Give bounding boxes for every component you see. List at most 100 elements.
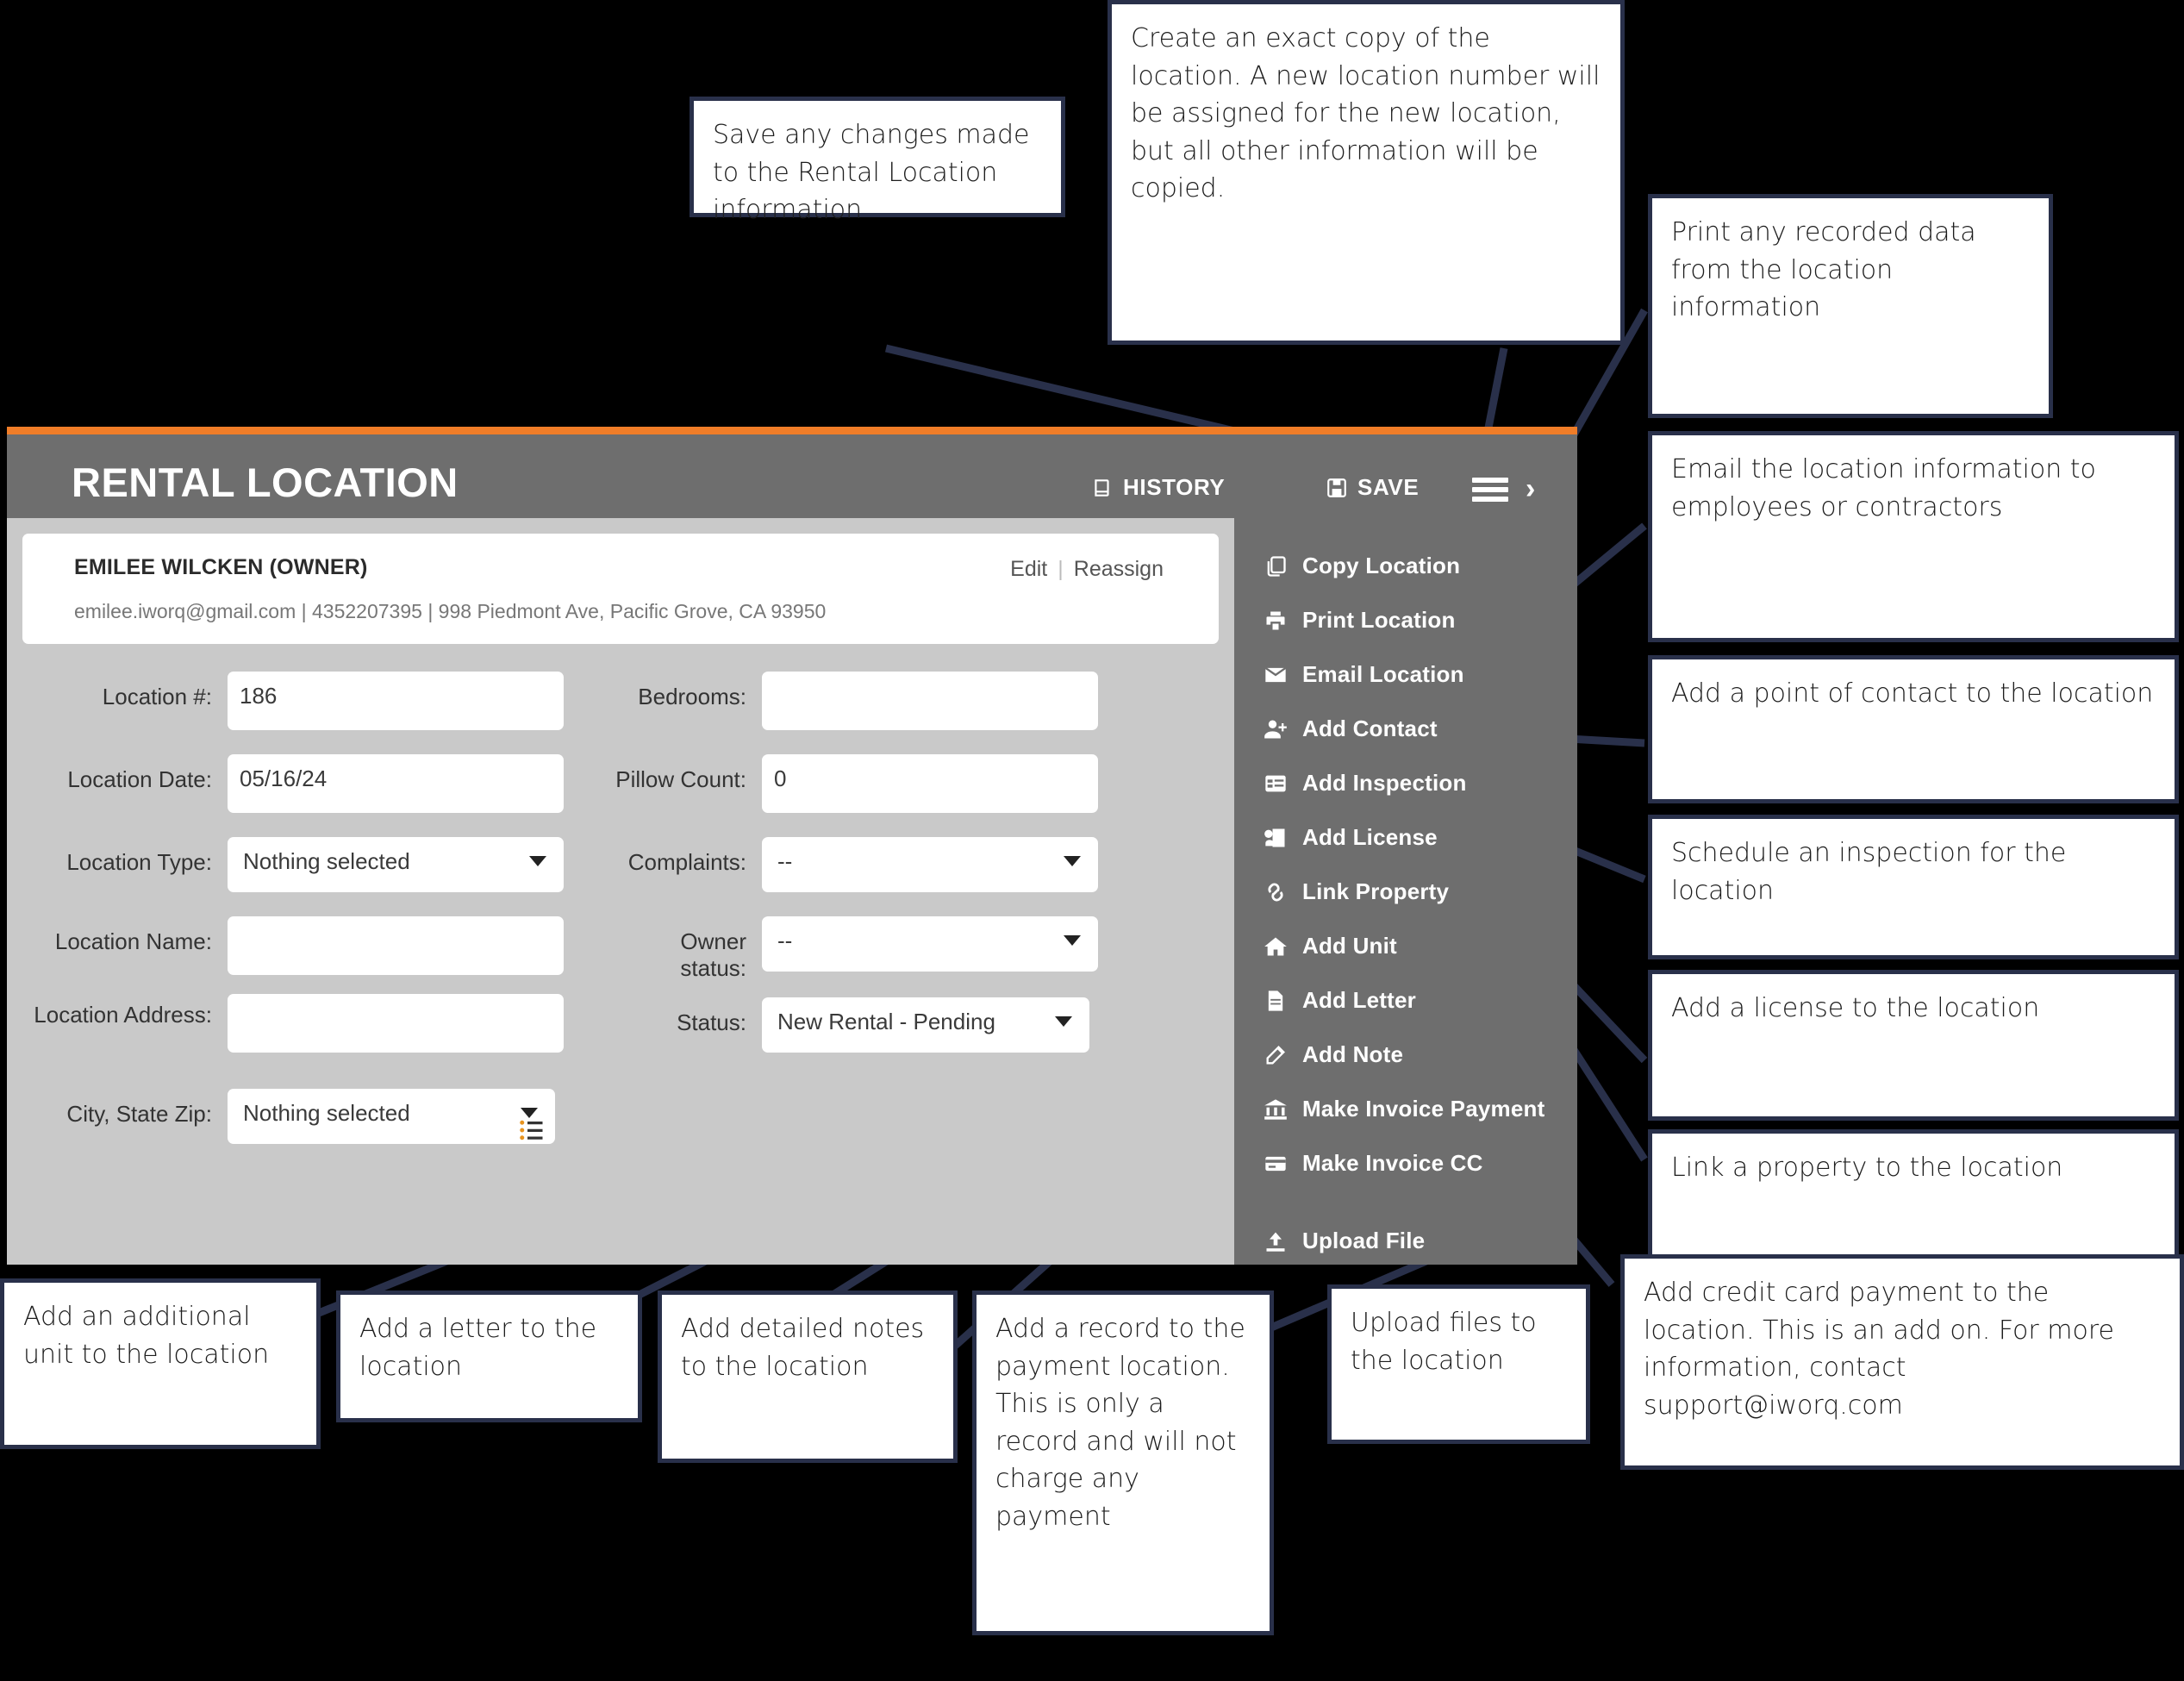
label-location-address: Location Address: [34,1002,212,1028]
person-plus-icon [1264,717,1288,741]
accent-bar-left [7,427,662,434]
menu-label-make-invoice-payment: Make Invoice Payment [1302,1096,1545,1122]
input-location-date[interactable]: 05/16/24 [228,754,564,813]
accent-bar-right [662,427,1577,434]
value-location-name [228,916,564,928]
input-location-number[interactable]: 186 [228,672,564,730]
label-bedrooms: Bedrooms: [638,684,746,709]
chevron-down-icon [529,856,546,866]
menu-item-add-unit[interactable]: Add Unit [1264,933,1397,959]
hamburger-icon[interactable] [1472,478,1508,502]
list-icon[interactable] [517,1117,546,1143]
reassign-link[interactable]: Reassign [1074,557,1164,581]
menu-label-upload-file: Upload File [1302,1228,1426,1253]
value-location-address [228,994,564,1005]
menu-item-add-contact[interactable]: Add Contact [1264,716,1438,742]
callout-upload-file: Upload files to the location [1327,1284,1590,1444]
value-bedrooms [762,672,1098,683]
field-location-type: Location Type: Nothing selected [22,837,564,892]
home-icon [1264,934,1288,959]
history-button[interactable]: HISTORY [1091,474,1225,501]
input-pillow-count[interactable]: 0 [762,754,1098,813]
label-location-number: Location #: [102,684,212,709]
location-form-area: EMILEE WILCKEN (OWNER) emilee.iworq@gmai… [7,518,1234,1265]
callout-add-note: Add detailed notes to the location [658,1290,958,1463]
value-pillow-count: 0 [774,766,787,791]
menu-label-link-property: Link Property [1302,878,1450,904]
select-city-state-zip[interactable]: Nothing selected [228,1089,555,1144]
menu-item-add-letter[interactable]: Add Letter [1264,987,1416,1014]
chevron-down-icon [1064,856,1081,866]
select-owner-status[interactable]: -- [762,916,1098,972]
history-label: HISTORY [1123,474,1226,500]
callout-print-location: Print any recorded data from the locatio… [1648,194,2053,418]
callout-invoice-cc-payment: Add credit card payment to the location.… [1620,1254,2184,1470]
menu-label-add-contact: Add Contact [1302,716,1438,741]
chevron-right-icon[interactable]: › [1526,472,1535,506]
label-owner-status: Owner status: [680,928,746,981]
value-location-type: Nothing selected [243,848,410,874]
pencil-square-icon [1264,1043,1288,1067]
window-header: RENTAL LOCATION HISTORY SAVE › [7,434,1577,518]
owner-contact-details: emilee.iworq@gmail.com | 4352207395 | 99… [74,600,827,622]
select-location-type[interactable]: Nothing selected [228,837,564,892]
menu-item-upload-file[interactable]: Upload File [1264,1228,1425,1254]
menu-label-add-unit: Add Unit [1302,933,1397,959]
value-status: New Rental - Pending [777,1009,995,1034]
value-location-number: 186 [240,683,278,709]
bank-icon [1264,1097,1288,1122]
upload-icon [1264,1229,1288,1253]
field-bedrooms: Bedrooms: [610,672,1098,730]
menu-item-make-invoice-payment[interactable]: Make Invoice Payment [1264,1096,1544,1122]
callout-email-location: Email the location information to employ… [1648,431,2179,642]
input-bedrooms[interactable] [762,672,1098,730]
select-complaints[interactable]: -- [762,837,1098,892]
value-location-date: 05/16/24 [240,766,328,791]
menu-label-email-location: Email Location [1302,661,1464,687]
menu-item-add-license[interactable]: Add License [1264,824,1438,851]
select-status[interactable]: New Rental - Pending [762,997,1089,1053]
label-city-state-zip: City, State Zip: [66,1101,212,1127]
link-icon [1264,880,1288,904]
callout-save: Save any changes made to the Rental Loca… [690,97,1065,225]
action-menu: Copy Location Print Location Email Locat… [1234,518,1577,1265]
chevron-down-icon [1064,935,1081,946]
menu-item-add-inspection[interactable]: Add Inspection [1264,770,1467,797]
menu-item-print-location[interactable]: Print Location [1264,607,1456,634]
credit-card-icon [1264,1152,1288,1176]
menu-label-make-invoice-cc-payment: Make Invoice CC [1302,1150,1483,1176]
callout-add-inspection: Schedule an inspection for the location [1648,815,2179,959]
menu-item-email-location[interactable]: Email Location [1264,661,1464,688]
copy-icon [1264,554,1288,578]
envelope-icon [1264,663,1288,687]
menu-item-link-property[interactable]: Link Property [1264,878,1449,905]
label-location-name: Location Name: [54,928,212,954]
label-complaints: Complaints: [627,849,746,875]
label-location-type: Location Type: [66,849,212,875]
book-icon [1091,477,1114,499]
input-location-address[interactable] [228,994,564,1053]
clipboard-list-icon [1264,772,1288,796]
rental-location-window: RENTAL LOCATION HISTORY SAVE › EMILEE WI… [7,427,1577,1265]
field-pillow-count: Pillow Count: 0 [610,754,1098,813]
save-button[interactable]: SAVE [1326,474,1419,501]
input-location-name[interactable] [228,916,564,975]
menu-label-add-letter: Add Letter [1302,987,1416,1013]
label-location-date: Location Date: [67,766,212,792]
menu-label-add-note: Add Note [1302,1041,1404,1067]
badge-icon [1264,826,1288,850]
field-location-name: Location Name: [22,916,564,975]
field-status: Status: New Rental - Pending [610,997,1089,1053]
menu-item-add-note[interactable]: Add Note [1264,1041,1403,1068]
menu-item-make-invoice-cc-payment[interactable]: Make Invoice CC [1264,1150,1483,1177]
value-city-state-zip: Nothing selected [243,1100,410,1126]
owner-card-actions: Edit | Reassign [1010,557,1164,582]
link-separator: | [1058,557,1064,581]
menu-item-copy-location[interactable]: Copy Location [1264,553,1460,579]
owner-card: EMILEE WILCKEN (OWNER) emilee.iworq@gmai… [22,534,1219,644]
field-location-address: Location Address: [22,994,564,1053]
page-title: RENTAL LOCATION [72,459,459,505]
field-location-number: Location #: 186 [22,672,564,730]
printer-icon [1264,609,1288,633]
edit-link[interactable]: Edit [1010,557,1047,581]
